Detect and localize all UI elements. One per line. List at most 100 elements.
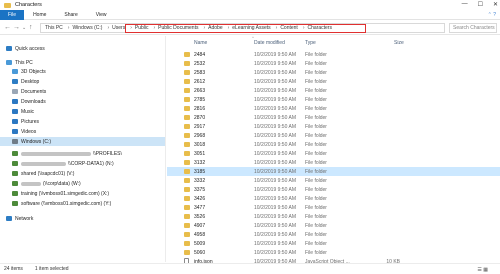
file-date: 10/2/2019 9:50 AM xyxy=(254,250,296,256)
desktop-icon xyxy=(12,79,18,84)
network-drive-icon xyxy=(12,191,18,196)
sidebar-item-data-drive[interactable]: (\\corp\data) (W:) xyxy=(12,179,81,188)
file-row[interactable]: 2968 10/2/2019 9:50 AM File folder xyxy=(167,131,500,140)
sidebar-item-pictures[interactable]: Pictures xyxy=(12,117,39,126)
sidebar-item-this-pc[interactable]: This PC xyxy=(6,58,33,67)
file-row[interactable]: 2484 10/2/2019 9:50 AM File folder xyxy=(167,50,500,59)
file-date: 10/2/2019 9:50 AM xyxy=(254,97,296,103)
file-row[interactable]: 3051 10/2/2019 9:50 AM File folder xyxy=(167,149,500,158)
sidebar-item-music[interactable]: Music xyxy=(12,107,34,116)
folder-icon xyxy=(184,151,190,156)
view-toggle-icons[interactable]: ☰ ▦ xyxy=(477,267,488,273)
sidebar-item-desktop[interactable]: Desktop xyxy=(12,77,39,86)
sidebar-item-videos[interactable]: Videos xyxy=(12,127,36,136)
breadcrumb-windows-c[interactable]: Windows (C:) xyxy=(72,25,102,31)
breadcrumb-separator[interactable]: › xyxy=(154,25,156,31)
file-type: File folder xyxy=(305,106,327,112)
file-row[interactable]: 2917 10/2/2019 9:50 AM File folder xyxy=(167,122,500,131)
file-date: 10/2/2019 9:50 AM xyxy=(254,133,296,139)
file-row[interactable]: 3477 10/2/2019 9:50 AM File folder xyxy=(167,203,500,212)
file-row[interactable]: 3526 10/2/2019 9:50 AM File folder xyxy=(167,212,500,221)
file-type: File folder xyxy=(305,61,327,67)
maximize-button[interactable]: ☐ xyxy=(478,1,483,8)
breadcrumb-this-pc[interactable]: This PC xyxy=(45,25,63,31)
file-row[interactable]: 2532 10/2/2019 9:50 AM File folder xyxy=(167,59,500,68)
star-icon xyxy=(6,46,12,51)
breadcrumb-separator[interactable]: › xyxy=(276,25,278,31)
sidebar-item-downloads[interactable]: Downloads xyxy=(12,97,46,106)
breadcrumb-public[interactable]: Public xyxy=(135,25,149,31)
column-date-modified[interactable]: Date modified xyxy=(254,40,285,46)
sidebar-item-documents[interactable]: Documents xyxy=(12,87,46,96)
minimize-button[interactable]: — xyxy=(462,1,468,8)
close-button[interactable]: ✕ xyxy=(493,1,498,8)
breadcrumb-adobe[interactable]: Adobe xyxy=(208,25,222,31)
column-type[interactable]: Type xyxy=(305,40,316,46)
sidebar-item-label: Windows (C:) xyxy=(21,138,52,145)
sidebar-item-3d-objects[interactable]: 3D Objects xyxy=(12,67,46,76)
breadcrumb-users[interactable]: Users xyxy=(112,25,125,31)
column-size[interactable]: Size xyxy=(394,40,404,46)
cube-icon xyxy=(12,69,18,74)
tab-home[interactable]: Home xyxy=(24,10,55,20)
breadcrumb-separator[interactable]: › xyxy=(130,25,132,31)
file-type: File folder xyxy=(305,52,327,58)
breadcrumb-separator[interactable]: › xyxy=(303,25,305,31)
sidebar-item-quick-access[interactable]: Quick access xyxy=(6,44,45,53)
breadcrumb-public-documents[interactable]: Public Documents xyxy=(158,25,198,31)
breadcrumb-separator[interactable]: › xyxy=(68,25,70,31)
breadcrumb-elearning-assets[interactable]: eLearning Assets xyxy=(232,25,270,31)
file-row[interactable]: 4907 10/2/2019 9:50 AM File folder xyxy=(167,221,500,230)
file-row[interactable]: 2663 10/2/2019 9:50 AM File folder xyxy=(167,86,500,95)
breadcrumb-separator[interactable]: › xyxy=(228,25,230,31)
sidebar-item-shared-drive[interactable]: shared (\\sapcdc01) (V:) xyxy=(12,169,74,178)
file-row[interactable]: 3375 10/2/2019 9:50 AM File folder xyxy=(167,185,500,194)
up-button[interactable]: ↑ xyxy=(29,24,33,31)
file-row[interactable]: 2612 10/2/2019 9:50 AM File folder xyxy=(167,77,500,86)
address-field[interactable]: This PC › Windows (C:) › Users › Public › Pu… xyxy=(40,23,445,33)
redacted-text xyxy=(21,151,91,156)
tab-share[interactable]: Share xyxy=(55,10,86,20)
tab-file[interactable]: File xyxy=(0,9,25,20)
file-date: 10/2/2019 9:50 AM xyxy=(254,205,296,211)
file-row[interactable]: 5009 10/2/2019 9:50 AM File folder xyxy=(167,239,500,248)
sidebar-item-label: Videos xyxy=(21,128,37,135)
file-row[interactable]: 2870 10/2/2019 9:50 AM File folder xyxy=(167,113,500,122)
folder-icon xyxy=(184,52,190,57)
column-name[interactable]: Name xyxy=(194,40,207,46)
breadcrumb-content[interactable]: Content xyxy=(280,25,298,31)
file-row[interactable]: 3132 10/2/2019 9:50 AM File folder xyxy=(167,158,500,167)
search-input[interactable]: Search Characters xyxy=(449,23,497,33)
recent-locations-button[interactable]: ⌄ xyxy=(22,25,26,31)
file-row[interactable]: 5060 10/2/2019 9:50 AM File folder xyxy=(167,248,500,257)
breadcrumb-separator[interactable]: › xyxy=(107,25,109,31)
sidebar-item-profiles-drive[interactable]: \\PROFILES\ xyxy=(12,149,122,158)
breadcrumb-characters[interactable]: Characters xyxy=(308,25,332,31)
file-row[interactable]: 3332 10/2/2019 9:50 AM File folder xyxy=(167,176,500,185)
sidebar-item-windows-c[interactable]: Windows (C:) xyxy=(0,137,165,146)
sidebar-item-training-drive[interactable]: training (\\vmboss01.simgedic.com) (X:) xyxy=(12,189,109,198)
file-row[interactable]: 3185 10/2/2019 9:50 AM File folder xyxy=(167,167,500,176)
ribbon-help-button[interactable]: ⌃ ? xyxy=(488,12,496,18)
file-date: 10/2/2019 9:50 AM xyxy=(254,106,296,112)
sidebar-item-software-drive[interactable]: software (\\vmboss01.simgedic.com) (Y:) xyxy=(12,199,111,208)
file-row[interactable]: 4958 10/2/2019 9:50 AM File folder xyxy=(167,230,500,239)
file-row[interactable]: 2785 10/2/2019 9:50 AM File folder xyxy=(167,95,500,104)
file-row[interactable]: 2583 10/2/2019 9:50 AM File folder xyxy=(167,68,500,77)
window-controls: — ☐ ✕ xyxy=(462,1,498,8)
file-row[interactable]: 2816 10/2/2019 9:50 AM File folder xyxy=(167,104,500,113)
sidebar-item-network[interactable]: Network xyxy=(6,214,33,223)
file-type: File folder xyxy=(305,196,327,202)
tab-view[interactable]: View xyxy=(87,10,116,20)
back-button[interactable]: ← xyxy=(4,24,11,31)
file-type: File folder xyxy=(305,187,327,193)
folder-icon xyxy=(184,241,190,246)
sidebar-item-corp-data-drive[interactable]: \\CORP-DATA1) (N:) xyxy=(12,159,114,168)
file-row[interactable]: 3426 10/2/2019 9:50 AM File folder xyxy=(167,194,500,203)
file-row[interactable]: 3018 10/2/2019 9:50 AM File folder xyxy=(167,140,500,149)
breadcrumb-separator[interactable]: › xyxy=(203,25,205,31)
forward-button[interactable]: → xyxy=(13,24,20,31)
folder-icon xyxy=(184,160,190,165)
folder-icon xyxy=(184,133,190,138)
network-drive-icon xyxy=(12,201,18,206)
